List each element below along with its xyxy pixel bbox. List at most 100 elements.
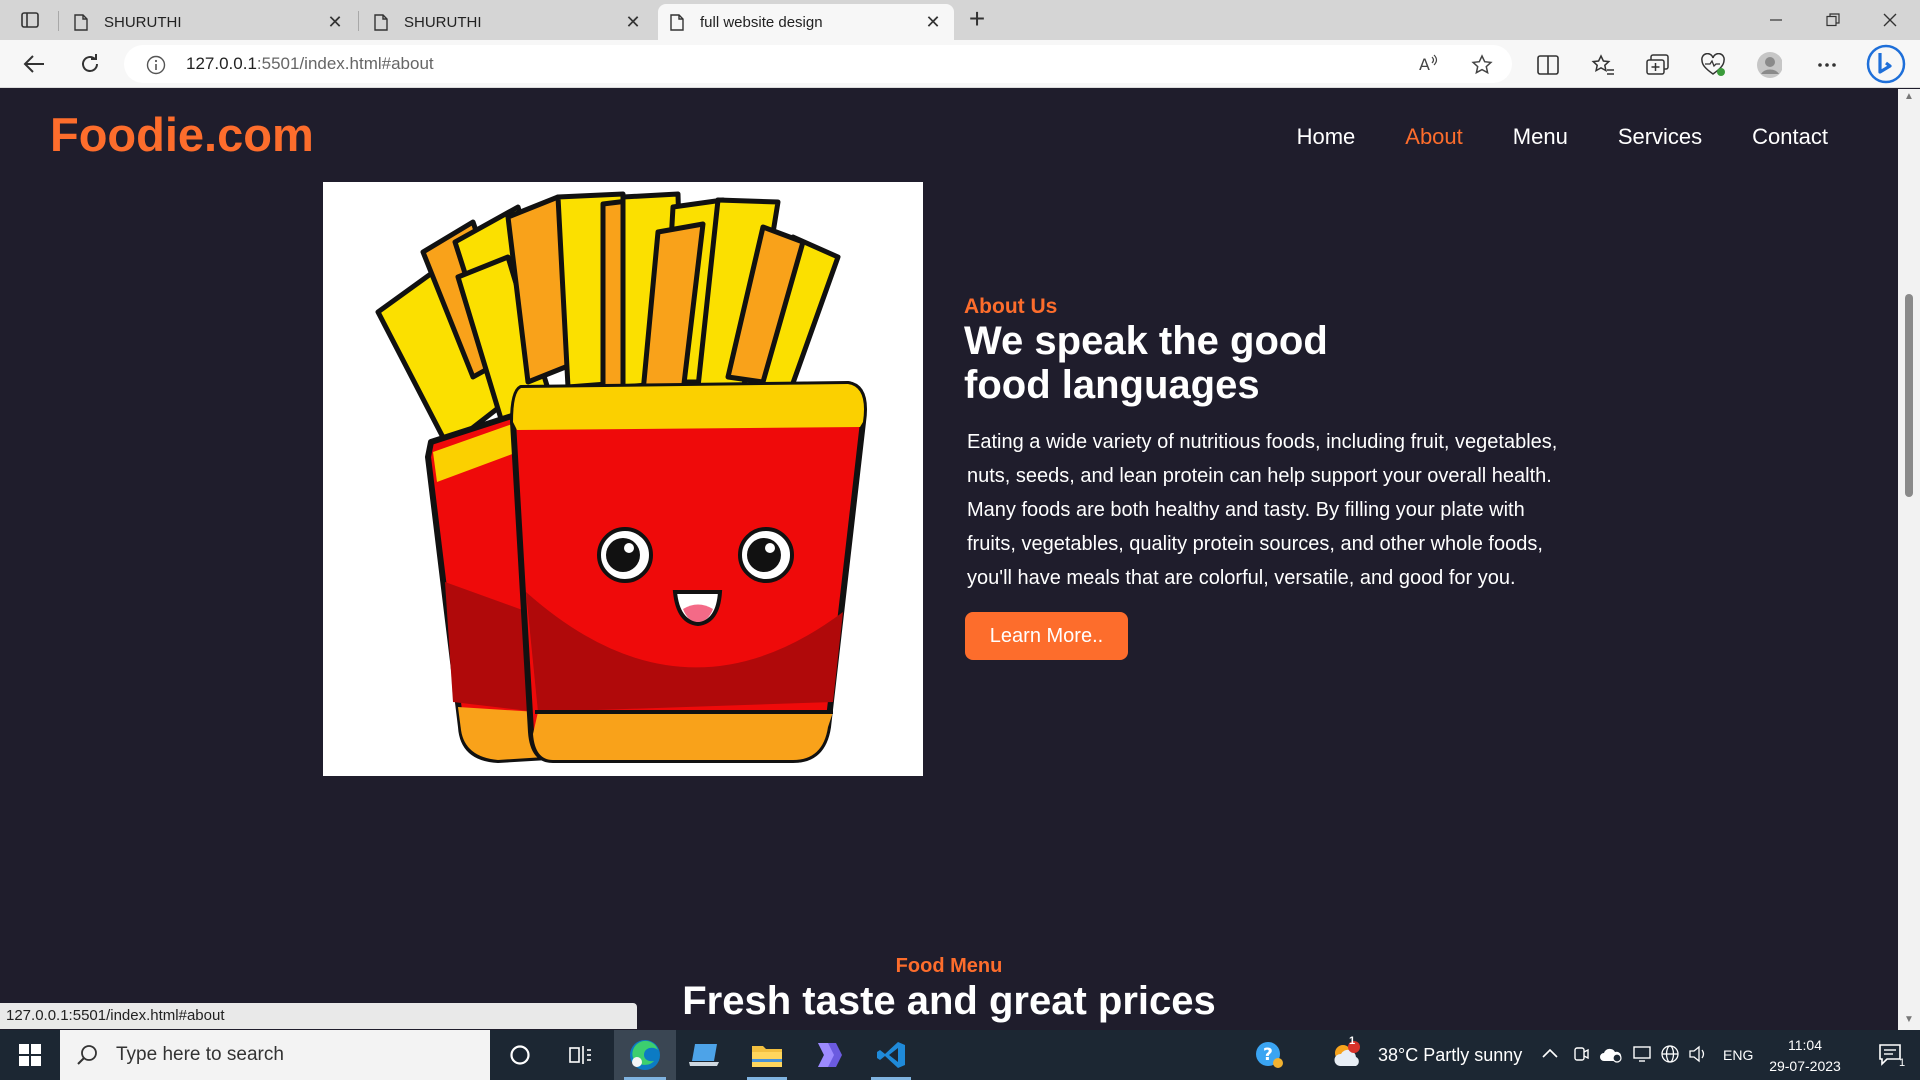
favorite-star-icon[interactable]	[1471, 54, 1493, 76]
browser-essentials-icon[interactable]	[1700, 52, 1726, 78]
tab-shuruthi-1[interactable]: SHURUTHI ✕	[62, 4, 356, 40]
taskbar-search-box[interactable]: Type here to search	[60, 1030, 490, 1080]
scroll-down-icon[interactable]: ▼	[1904, 1014, 1914, 1025]
onedrive-cloud-icon[interactable]	[1599, 1045, 1623, 1063]
read-aloud-icon[interactable]: A	[1418, 54, 1440, 74]
vscode-icon	[877, 1042, 905, 1068]
vscode-app[interactable]	[861, 1030, 921, 1080]
tab-title: SHURUTHI	[404, 13, 482, 31]
document-icon	[670, 13, 684, 31]
tab-separator	[58, 11, 59, 31]
site-info-icon[interactable]	[146, 55, 166, 75]
notification-center-button[interactable]: 1	[1866, 1030, 1916, 1080]
tab-separator	[358, 11, 359, 31]
display-sync-icon[interactable]	[1632, 1044, 1652, 1064]
task-view-button[interactable]	[550, 1030, 610, 1080]
restore-button[interactable]	[1805, 4, 1861, 36]
volume-icon[interactable]	[1688, 1045, 1708, 1063]
search-icon	[77, 1045, 97, 1065]
weather-alert-badge: 1	[1349, 1035, 1356, 1047]
menu-section-tag: Food Menu	[895, 955, 1003, 977]
vertical-scrollbar[interactable]: ▲ ▼	[1898, 89, 1920, 1030]
back-arrow-icon	[23, 55, 44, 73]
system-clock[interactable]: 11:04 29-07-2023	[1750, 1035, 1860, 1077]
learn-more-button[interactable]: Learn More..	[965, 612, 1128, 660]
document-icon	[74, 13, 88, 31]
bing-copilot-icon[interactable]	[1866, 44, 1906, 84]
windows-taskbar: Type here to search ? 1 38°C Partly sunn…	[0, 1030, 1920, 1080]
nav-about[interactable]: About	[1405, 124, 1463, 150]
nav-services[interactable]: Services	[1618, 124, 1702, 150]
fries-illustration	[323, 182, 923, 776]
help-app[interactable]: ?	[1239, 1030, 1299, 1080]
nav-contact[interactable]: Contact	[1752, 124, 1828, 150]
chevron-up-icon[interactable]	[1542, 1047, 1558, 1059]
folder-icon	[752, 1046, 782, 1067]
search-placeholder: Type here to search	[116, 1044, 284, 1065]
url-path: :5501/index.html#about	[256, 54, 434, 73]
tab-actions-icon[interactable]	[10, 6, 50, 34]
close-tab-icon[interactable]: ✕	[624, 12, 642, 33]
split-screen-icon[interactable]	[1535, 52, 1561, 78]
minimize-icon	[1770, 19, 1782, 21]
task-view-icon	[569, 1046, 591, 1064]
url-field[interactable]: 127.0.0.1:5501/index.html#about A	[124, 45, 1512, 83]
scrollbar-thumb[interactable]	[1905, 294, 1913, 497]
close-icon	[1883, 13, 1897, 27]
nav-home[interactable]: Home	[1297, 124, 1356, 150]
notification-count: 1	[1899, 1057, 1906, 1069]
url-text: 127.0.0.1:5501/index.html#about	[186, 54, 434, 74]
main-navigation: Home About Menu Services Contact	[1247, 124, 1828, 150]
tab-shuruthi-2[interactable]: SHURUTHI ✕	[362, 4, 654, 40]
about-section-tag: About Us	[964, 295, 1058, 318]
clock-date: 29-07-2023	[1769, 1058, 1841, 1074]
power-automate-app[interactable]	[799, 1030, 859, 1080]
laptop-icon	[689, 1044, 719, 1066]
new-tab-button[interactable]: +	[962, 5, 992, 34]
tab-full-website-design[interactable]: full website design ✕	[658, 4, 954, 40]
reload-button[interactable]	[72, 48, 108, 80]
restore-icon	[1826, 13, 1840, 27]
cortana-button[interactable]	[490, 1030, 550, 1080]
site-logo[interactable]: Foodie.com	[50, 107, 314, 162]
svg-text:?: ?	[1263, 1045, 1273, 1065]
profile-avatar[interactable]	[1756, 52, 1782, 78]
status-bar-url: 127.0.0.1:5501/index.html#about	[0, 1003, 637, 1029]
minimize-button[interactable]	[1748, 4, 1804, 36]
nav-menu[interactable]: Menu	[1513, 124, 1568, 150]
file-explorer-app[interactable]	[737, 1030, 797, 1080]
about-description: Eating a wide variety of nutritious food…	[967, 431, 1558, 589]
document-icon	[374, 13, 388, 31]
about-section-title: We speak the good food languages	[964, 319, 1328, 407]
collections-icon[interactable]	[1645, 52, 1671, 78]
close-tab-icon[interactable]: ✕	[326, 12, 344, 33]
scroll-up-icon[interactable]: ▲	[1904, 91, 1914, 102]
browser-tab-bar: SHURUTHI ✕ SHURUTHI ✕ full website desig…	[0, 0, 1920, 40]
edge-taskbar-app[interactable]	[614, 1030, 676, 1080]
help-question-icon: ?	[1256, 1042, 1283, 1068]
close-window-button[interactable]	[1862, 4, 1918, 36]
url-host: 127.0.0.1	[186, 54, 257, 73]
cortana-circle-icon	[510, 1045, 530, 1065]
reload-icon	[82, 54, 98, 72]
back-button[interactable]	[16, 48, 52, 80]
svg-text:A: A	[1419, 55, 1430, 74]
weather-text[interactable]: 38°C Partly sunny	[1378, 1045, 1522, 1066]
laptop-app[interactable]	[676, 1030, 736, 1080]
tab-title: SHURUTHI	[104, 13, 182, 31]
webpage: Foodie.com Home About Menu Services Cont…	[0, 89, 1898, 1030]
weather-widget-icon[interactable]: 1	[1325, 1030, 1369, 1080]
close-tab-icon[interactable]: ✕	[924, 12, 942, 33]
clock-time: 11:04	[1788, 1037, 1822, 1053]
address-bar-row: 127.0.0.1:5501/index.html#about A	[0, 40, 1920, 88]
power-automate-icon	[818, 1043, 842, 1067]
start-button[interactable]	[0, 1030, 60, 1080]
tab-title: full website design	[700, 13, 823, 31]
input-language[interactable]: ENG	[1723, 1047, 1753, 1063]
edge-browser-icon	[630, 1040, 660, 1070]
favorites-icon[interactable]	[1590, 52, 1616, 78]
windows-logo-icon	[19, 1044, 41, 1066]
more-options-icon[interactable]	[1814, 52, 1840, 78]
network-globe-icon[interactable]	[1660, 1044, 1680, 1064]
meet-now-icon[interactable]	[1573, 1045, 1589, 1063]
